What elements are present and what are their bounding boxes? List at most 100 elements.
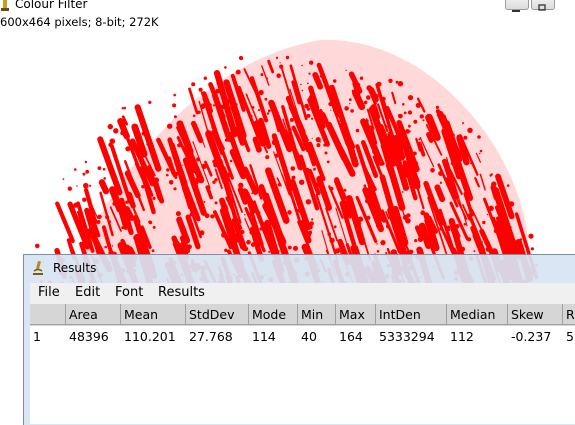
microscope-icon [33, 260, 43, 275]
red-speckle [145, 173, 147, 175]
red-speckle [111, 245, 114, 247]
red-speckle [422, 119, 425, 122]
menu-results[interactable]: Results [158, 285, 205, 300]
red-speckle [200, 91, 205, 95]
red-speckle [482, 220, 486, 225]
restore-button[interactable] [531, 0, 555, 11]
red-speckle [509, 226, 512, 229]
red-speckle [375, 222, 381, 229]
red-speckle [102, 200, 104, 202]
results-titlebar[interactable]: Results [24, 255, 575, 282]
red-speckle [385, 224, 391, 229]
red-speckle [73, 202, 79, 208]
column-header-mean[interactable]: Mean [121, 304, 186, 325]
red-speckle [221, 174, 227, 180]
red-speckle [376, 250, 380, 253]
red-speckle [124, 244, 131, 251]
red-speckle [413, 161, 419, 167]
red-speckle [89, 184, 92, 187]
red-speckle [274, 153, 279, 158]
red-speckle [213, 161, 219, 168]
column-header-median[interactable]: Median [447, 304, 508, 325]
red-speckle [467, 127, 473, 133]
red-speckle [35, 243, 40, 249]
red-streak [490, 184, 500, 201]
red-speckle [490, 173, 493, 176]
red-speckle [329, 237, 335, 244]
red-speckle [227, 98, 233, 104]
red-speckle [301, 64, 303, 67]
red-speckle [307, 82, 309, 85]
red-speckle [413, 151, 417, 156]
column-header-skew[interactable]: Skew [508, 304, 563, 325]
red-speckle [463, 135, 468, 140]
red-speckle [224, 66, 227, 69]
column-header-intden[interactable]: IntDen [376, 304, 447, 325]
red-speckle [201, 103, 206, 109]
red-speckle [462, 122, 464, 125]
red-speckle [401, 191, 404, 193]
red-speckle [327, 232, 332, 236]
red-speckle [481, 241, 483, 243]
red-speckle [501, 232, 506, 237]
column-header-min[interactable]: Min [298, 304, 336, 325]
red-speckle [74, 168, 77, 171]
red-speckle [299, 179, 305, 185]
red-speckle [224, 216, 226, 219]
red-speckle [287, 210, 292, 215]
red-speckle [343, 188, 347, 192]
red-speckle [185, 130, 187, 133]
column-header-stddev[interactable]: StdDev [186, 304, 249, 325]
red-speckle [408, 124, 411, 128]
column-header-index[interactable] [30, 304, 66, 325]
red-speckle [330, 109, 332, 111]
menu-edit[interactable]: Edit [75, 285, 100, 300]
red-streak [426, 132, 434, 143]
red-speckle [305, 199, 312, 205]
red-speckle [123, 106, 126, 110]
red-speckle [311, 117, 314, 120]
red-speckle [402, 103, 405, 106]
red-speckle [407, 171, 410, 174]
red-speckle [441, 220, 447, 226]
red-speckle [426, 223, 429, 226]
red-speckle [148, 220, 153, 225]
red-speckle [319, 141, 322, 143]
red-speckle [218, 104, 225, 111]
red-speckle [228, 198, 234, 204]
column-header-area[interactable]: Area [66, 304, 121, 325]
colour-filter-titlebar[interactable]: Colour Filter [0, 0, 575, 15]
red-speckle [148, 100, 152, 104]
red-speckle [372, 106, 377, 112]
red-speckle [203, 76, 207, 80]
red-speckle [293, 245, 298, 251]
red-speckle [363, 100, 368, 105]
red-speckle [409, 173, 411, 175]
red-speckle [438, 171, 444, 176]
red-speckle [166, 168, 170, 172]
red-speckle [508, 201, 515, 207]
results-table[interactable]: Area Mean StdDev Mode Min Max IntDen Med… [30, 304, 575, 424]
column-header-max[interactable]: Max [336, 304, 376, 325]
red-speckle [172, 169, 175, 171]
column-header-mode[interactable]: Mode [249, 304, 298, 325]
cell-median: 112 [450, 329, 474, 344]
red-speckle [97, 166, 102, 171]
minimize-button[interactable] [505, 0, 529, 12]
cell-intden: 5333294 [379, 329, 435, 344]
red-speckle [344, 106, 349, 111]
red-speckle [236, 166, 238, 168]
red-speckle [381, 96, 386, 101]
red-speckle [166, 173, 169, 177]
red-speckle [104, 245, 107, 249]
restore-icon [537, 0, 547, 11]
menu-font[interactable]: Font [115, 285, 143, 300]
red-speckle [195, 215, 198, 218]
red-speckle [216, 81, 220, 85]
menu-file[interactable]: File [38, 285, 60, 300]
column-header-r[interactable]: R [563, 304, 575, 325]
red-speckle [373, 93, 379, 99]
red-speckle [136, 134, 140, 138]
cell-r: 5 [566, 329, 574, 344]
red-speckle [366, 178, 371, 184]
